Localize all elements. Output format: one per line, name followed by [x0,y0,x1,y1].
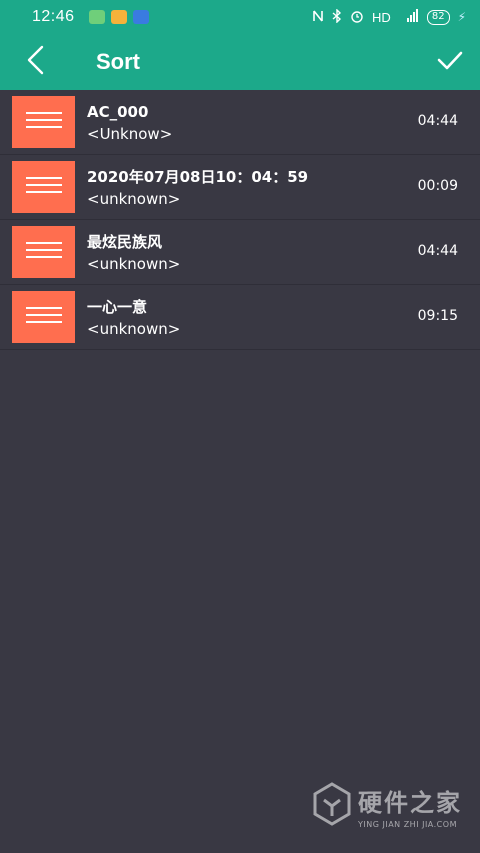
nfc-icon [312,9,324,26]
watermark-main: 硬件之家 [358,789,462,817]
signal-icon [399,9,419,25]
app-header: Sort [0,34,480,90]
track-duration: 00:09 [417,178,458,194]
track-info: 2020年07月08日10：04：59 <unknown> [87,167,308,209]
track-title: AC_000 [87,103,149,121]
menu-lines-icon [25,175,62,199]
track-duration: 04:44 [417,113,458,129]
drag-handle[interactable] [12,96,75,148]
list-item[interactable]: 最炫民族风 <unknown> 04:44 [0,220,480,285]
system-icons: HD 82 ⚡ [312,7,466,26]
battery-icon: 82 [426,9,450,25]
track-artist: <unknown> [87,320,181,338]
list-item[interactable]: AC_000 <Unknow> 04:44 [0,90,480,155]
charging-icon: ⚡ [457,10,466,24]
alarm-icon [350,9,364,26]
game-app-icon [132,10,149,24]
page-title: Sort [96,49,140,74]
battery-level: 82 [431,11,445,22]
track-info: 一心一意 <unknown> [87,297,180,339]
list-item[interactable]: 2020年07月08日10：04：59 <unknown> 00:09 [0,155,480,220]
track-info: 最炫民族风 <unknown> [87,232,180,274]
track-title: 最炫民族风 [87,233,163,251]
list-item[interactable]: 一心一意 <unknown> 09:15 [0,285,480,350]
mail-app-icon [110,10,127,24]
watermark-sub: YING JIAN ZHI JIA.COM [358,820,457,829]
track-artist: <Unknow> [87,125,173,143]
check-icon [437,50,463,74]
chevron-left-icon [25,45,45,79]
track-artist: <unknown> [87,190,181,208]
phone-app-icon [88,10,105,24]
drag-handle[interactable] [12,161,75,213]
watermark-text: 硬件之家 YING JIAN ZHI JIA.COM [358,783,462,829]
track-artist: <unknown> [87,255,181,273]
notification-icons [88,10,149,24]
track-title: 一心一意 [87,298,148,316]
track-duration: 04:44 [417,243,458,259]
back-button[interactable] [0,34,70,90]
status-bar: 12:46 HD 82 ⚡ [0,0,480,34]
sort-screen: 12:46 HD 82 ⚡ Sort AC_000 <Unknow> 04:44… [0,0,480,853]
menu-lines-icon [25,240,62,264]
watermark-logo-icon [312,782,352,830]
track-title: 2020年07月08日10：04：59 [87,168,309,186]
drag-handle[interactable] [12,226,75,278]
menu-lines-icon [25,110,62,134]
hd-indicator: HD [372,9,391,25]
drag-handle[interactable] [12,291,75,343]
sort-list: AC_000 <Unknow> 04:44 2020年07月08日10：04：5… [0,90,480,350]
confirm-button[interactable] [420,34,480,90]
track-info: AC_000 <Unknow> [87,102,172,144]
status-time: 12:46 [32,8,75,25]
menu-lines-icon [25,305,62,329]
bluetooth-icon [332,7,342,26]
watermark: 硬件之家 YING JIAN ZHI JIA.COM [312,782,462,830]
track-duration: 09:15 [417,308,458,324]
